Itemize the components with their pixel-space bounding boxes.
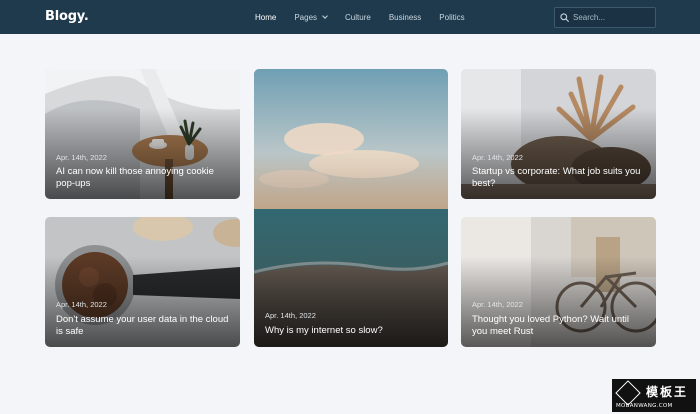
nav-item-culture[interactable]: Culture [345, 13, 371, 22]
post-title[interactable]: Why is my internet so slow? [265, 325, 438, 337]
nav-item-label: Politics [439, 12, 465, 22]
post-date: Apr. 14th, 2022 [472, 153, 523, 162]
post-card[interactable]: Apr. 14th, 2022 Don't assume your user d… [45, 217, 240, 347]
chevron-down-icon [322, 12, 328, 19]
nav-item-label: Culture [345, 12, 371, 22]
nav-item-label: Home [255, 12, 277, 22]
post-date: Apr. 14th, 2022 [472, 300, 523, 309]
post-card[interactable]: Apr. 14th, 2022 Thought you loved Python… [461, 217, 656, 347]
top-navbar: Blogy. Home Pages Culture Business Polit… [0, 0, 700, 34]
watermark-cube-icon [615, 380, 641, 406]
post-card-featured[interactable]: Apr. 14th, 2022 Why is my internet so sl… [254, 69, 448, 347]
nav-item-politics[interactable]: Politics [439, 13, 464, 22]
search-box[interactable] [554, 7, 656, 28]
site-logo[interactable]: Blogy. [45, 9, 89, 24]
main-nav: Home Pages Culture Business Politics [255, 0, 483, 34]
post-title[interactable]: Thought you loved Python? Wait until you… [472, 314, 646, 337]
watermark-url: MOBANWANG.COM [616, 403, 673, 409]
post-title[interactable]: Don't assume your user data in the cloud… [56, 314, 230, 337]
nav-item-business[interactable]: Business [389, 13, 421, 22]
nav-item-home[interactable]: Home [255, 13, 276, 22]
post-date: Apr. 14th, 2022 [56, 153, 107, 162]
post-date: Apr. 14th, 2022 [265, 311, 316, 320]
search-input[interactable] [573, 13, 651, 22]
nav-item-label: Pages [294, 12, 318, 22]
nav-item-pages[interactable]: Pages [294, 12, 328, 22]
post-title[interactable]: Startup vs corporate: What job suits you… [472, 166, 646, 189]
post-card[interactable]: Apr. 14th, 2022 Startup vs corporate: Wh… [461, 69, 656, 199]
post-card[interactable]: Apr. 14th, 2022 AI can now kill those an… [45, 69, 240, 199]
post-date: Apr. 14th, 2022 [56, 300, 107, 309]
search-icon [560, 13, 569, 22]
watermark-text: 模板王 [646, 385, 689, 399]
post-title[interactable]: AI can now kill those annoying cookie po… [56, 166, 230, 189]
nav-item-label: Business [388, 12, 422, 22]
watermark-logo: 模板王 MOBANWANG.COM [612, 379, 696, 412]
